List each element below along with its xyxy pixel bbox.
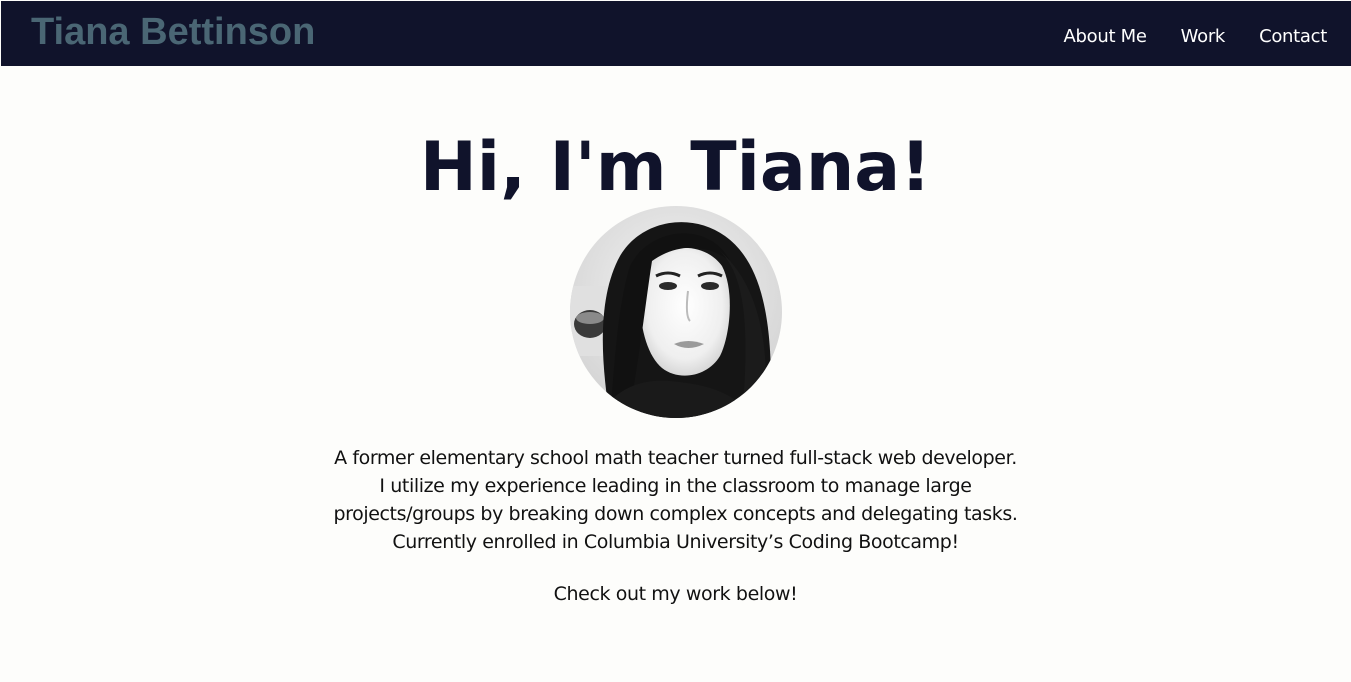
cta-text: Check out my work below! xyxy=(553,583,798,605)
nav-links: About Me Work Contact xyxy=(1030,21,1328,47)
nav-link-work[interactable]: Work xyxy=(1181,26,1226,47)
hero-section: Hi, I'm Tiana! A former elementary schoo… xyxy=(0,66,1351,608)
nav-link-about-me[interactable]: About Me xyxy=(1064,26,1147,47)
hero-title: Hi, I'm Tiana! xyxy=(419,128,932,207)
bio-paragraph: A former elementary school math teacher … xyxy=(333,447,1018,553)
navbar: Tiana Bettinson About Me Work Contact xyxy=(1,1,1351,66)
nav-link-contact[interactable]: Contact xyxy=(1259,26,1327,47)
profile-photo xyxy=(569,206,782,418)
brand-logo-link[interactable]: Tiana Bettinson xyxy=(31,11,315,54)
profile-photo-image xyxy=(569,206,782,418)
